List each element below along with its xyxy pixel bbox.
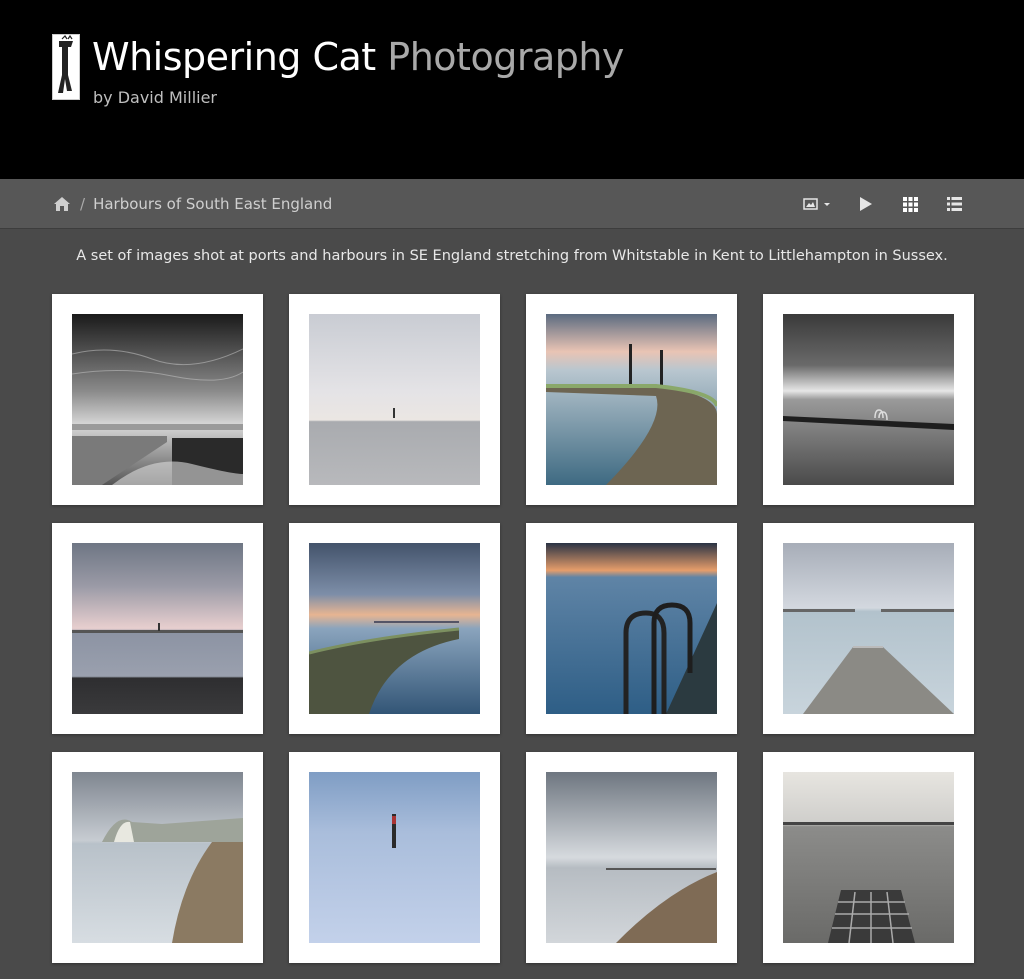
play-icon[interactable] — [854, 193, 878, 215]
site-byline: by David Millier — [93, 88, 217, 107]
site-title-main: Whispering Cat — [92, 35, 376, 79]
photo-bw-shingle-grate — [783, 772, 954, 943]
site-logo[interactable] — [52, 34, 80, 100]
thumbnail[interactable] — [52, 294, 263, 505]
site-title[interactable]: Whispering Cat Photography — [92, 34, 624, 80]
photo-long-exposure-beach — [546, 772, 717, 943]
photo-figure-in-sea — [309, 314, 480, 485]
thumbnail[interactable] — [763, 294, 974, 505]
photo-tidal-pool-wall — [546, 314, 717, 485]
thumbnail[interactable] — [289, 523, 500, 734]
image-dropdown-icon[interactable] — [802, 193, 834, 215]
site-header: Whispering Cat Photography by David Mill… — [0, 0, 1024, 179]
breadcrumb: / Harbours of South East England — [52, 193, 332, 215]
list-icon[interactable] — [942, 193, 966, 215]
photo-jetty-calm-sea — [783, 543, 954, 714]
grid-icon[interactable] — [898, 193, 922, 215]
site-title-muted: Photography — [387, 35, 624, 79]
photo-pool-ladder-dusk — [546, 543, 717, 714]
photo-bw-tidal-pool — [783, 314, 954, 485]
photo-bw-harbour-wall — [72, 314, 243, 485]
album-toolbar: / Harbours of South East England — [0, 179, 1024, 229]
album-description: A set of images shot at ports and harbou… — [76, 248, 948, 264]
thumbnail[interactable] — [526, 752, 737, 963]
photo-pier-horizon-pink — [72, 543, 243, 714]
thumbnail[interactable] — [289, 752, 500, 963]
photo-white-cliffs-beach — [72, 772, 243, 943]
thumbnail[interactable] — [526, 523, 737, 734]
breadcrumb-separator: / — [80, 195, 86, 213]
thumbnail[interactable] — [763, 523, 974, 734]
view-tools — [802, 193, 966, 215]
thumbnail[interactable] — [289, 294, 500, 505]
breadcrumb-current[interactable]: Harbours of South East England — [93, 195, 332, 213]
photo-marker-post-mist — [309, 772, 480, 943]
photo-curved-breakwater — [309, 543, 480, 714]
thumbnail[interactable] — [52, 752, 263, 963]
thumbnail[interactable] — [52, 523, 263, 734]
thumbnail[interactable] — [763, 752, 974, 963]
home-icon[interactable] — [52, 193, 72, 215]
thumbnail[interactable] — [526, 294, 737, 505]
